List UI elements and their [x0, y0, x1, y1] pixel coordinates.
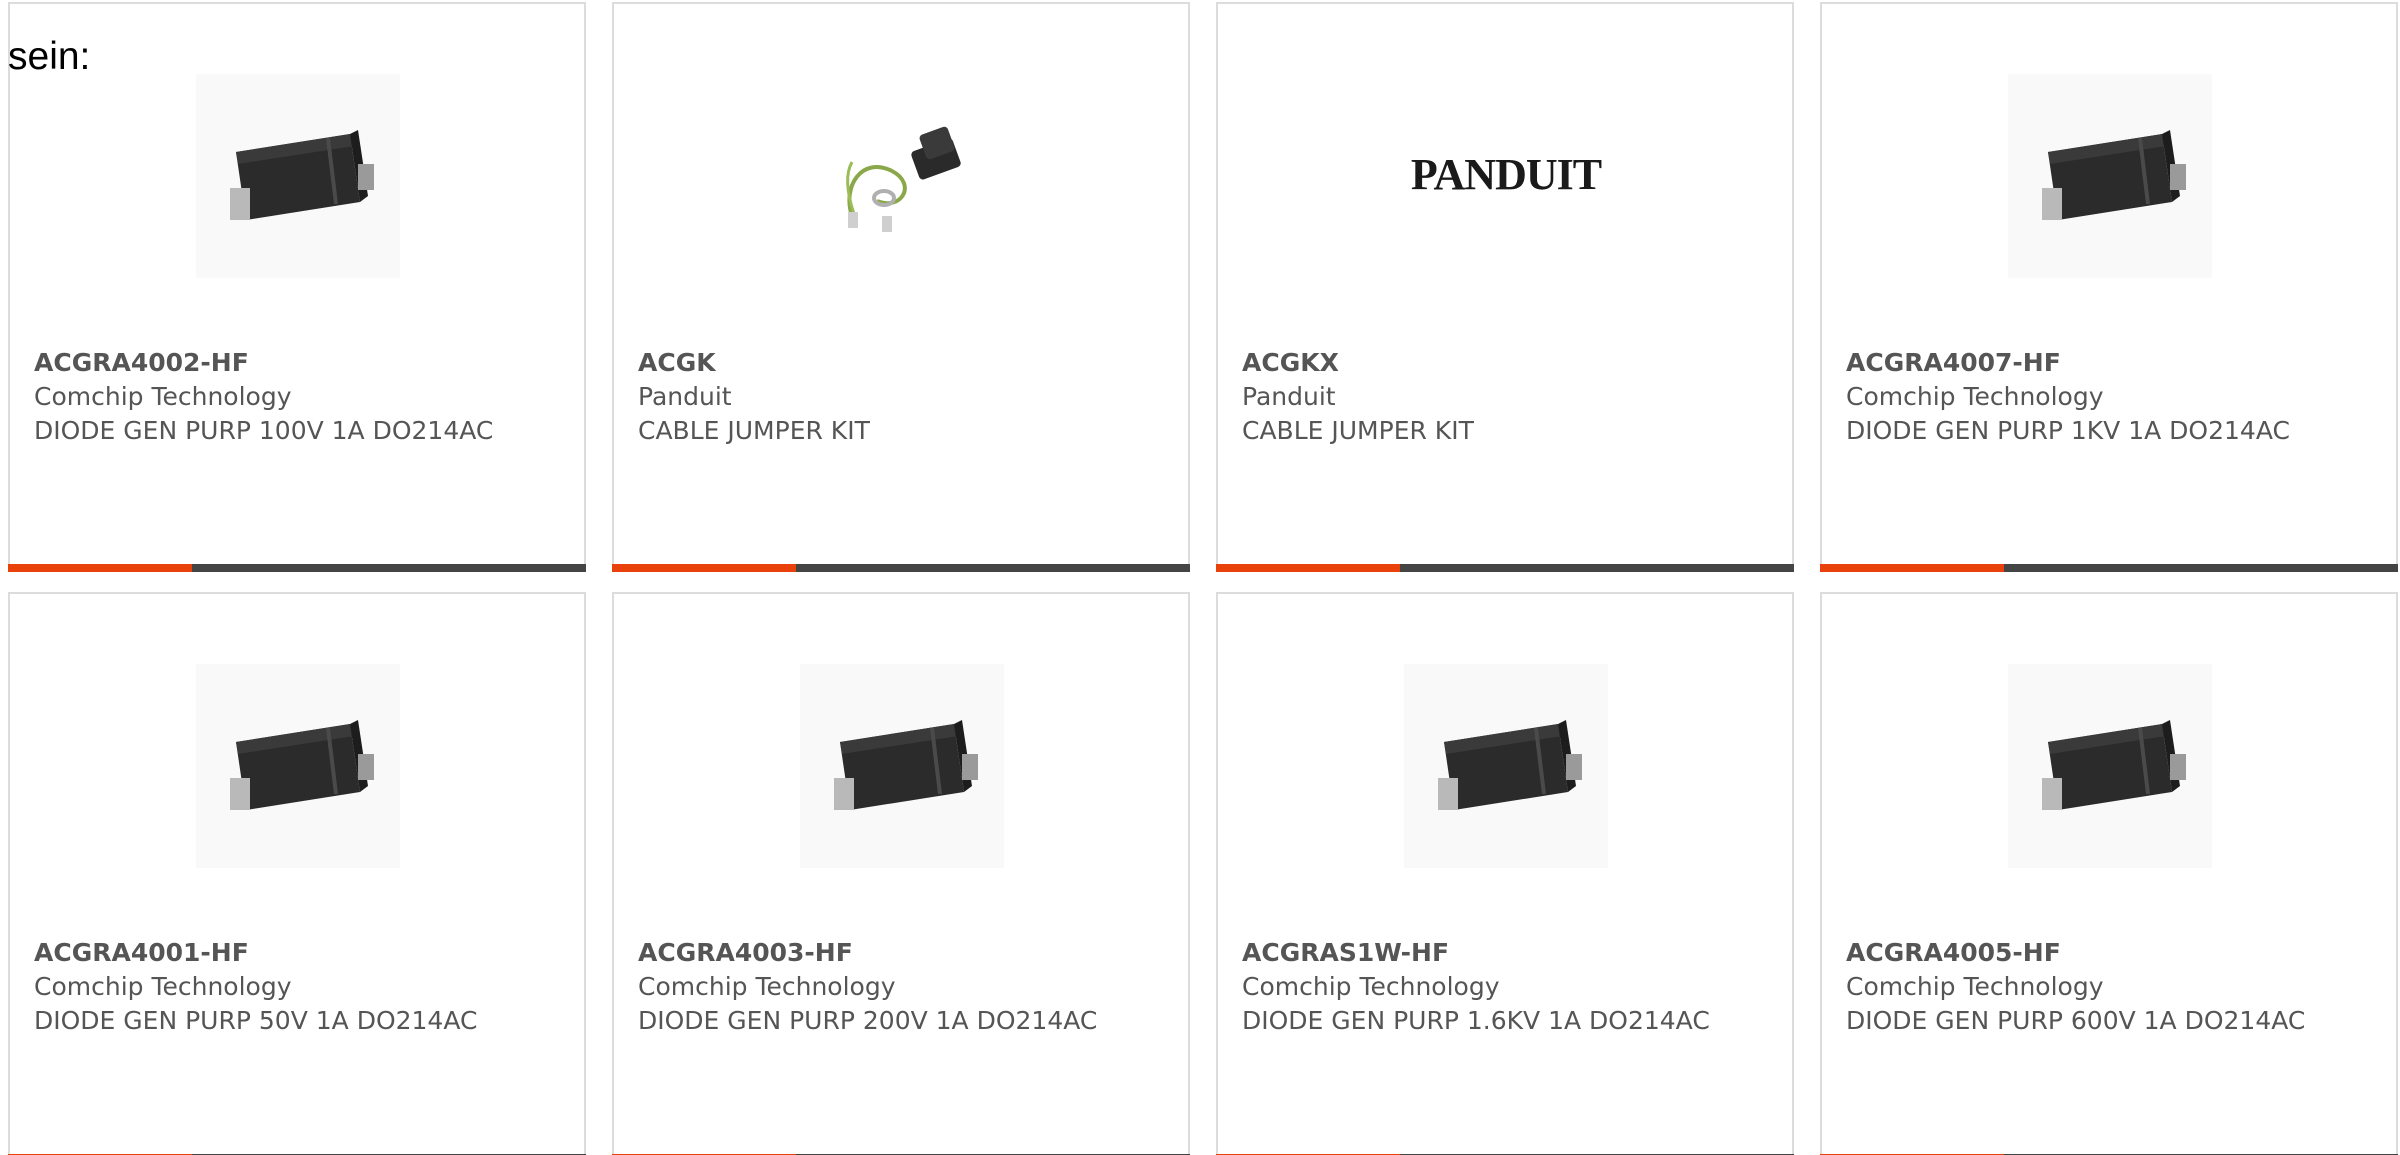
part-number[interactable]: ACGK [638, 346, 1168, 380]
product-card[interactable]: PANDUIT ACGKX Panduit CABLE JUMPER KIT [1216, 2, 1794, 572]
panduit-logo: PANDUIT [1411, 150, 1603, 199]
smd-diode-icon [834, 720, 978, 810]
product-card[interactable]: ACGRA4005-HF Comchip Technology DIODE GE… [1820, 592, 2398, 1155]
card-stripe [1216, 564, 1794, 572]
page: sein: ACGRA4002-HF Comchip Technology DI… [0, 0, 2400, 1155]
smd-diode-icon [1438, 720, 1582, 810]
product-card[interactable]: ACGRA4003-HF Comchip Technology DIODE GE… [612, 592, 1190, 1155]
description: DIODE GEN PURP 1KV 1A DO214AC [1846, 416, 2290, 445]
description: DIODE GEN PURP 50V 1A DO214AC [34, 1006, 478, 1035]
product-image[interactable] [800, 664, 1004, 868]
description: DIODE GEN PURP 200V 1A DO214AC [638, 1006, 1098, 1035]
description: DIODE GEN PURP 1.6KV 1A DO214AC [1242, 1006, 1710, 1035]
cable-jumper-kit-icon [846, 126, 961, 232]
part-number[interactable]: ACGRA4002-HF [34, 346, 564, 380]
card-stripe-accent [1216, 564, 1400, 572]
smd-diode-icon [2042, 720, 2186, 810]
product-image[interactable] [196, 664, 400, 868]
description: DIODE GEN PURP 100V 1A DO214AC [34, 416, 494, 445]
product-info: ACGRAS1W-HF Comchip Technology DIODE GEN… [1242, 936, 1772, 1038]
product-card[interactable]: ACGRAS1W-HF Comchip Technology DIODE GEN… [1216, 592, 1794, 1155]
card-stripe [8, 564, 586, 572]
product-card[interactable]: ACGRA4007-HF Comchip Technology DIODE GE… [1820, 2, 2398, 572]
card-stripe-accent [8, 564, 192, 572]
card-stripe-accent [612, 564, 796, 572]
product-info: ACGKX Panduit CABLE JUMPER KIT [1242, 346, 1772, 448]
product-image[interactable] [2008, 664, 2212, 868]
product-image[interactable]: PANDUIT [1404, 74, 1608, 278]
product-grid: ACGRA4002-HF Comchip Technology DIODE GE… [8, 2, 2400, 1155]
part-number[interactable]: ACGRA4005-HF [1846, 936, 2376, 970]
smd-diode-icon [230, 720, 374, 810]
card-stripe [612, 564, 1190, 572]
part-number[interactable]: ACGRA4001-HF [34, 936, 564, 970]
product-info: ACGRA4003-HF Comchip Technology DIODE GE… [638, 936, 1168, 1038]
part-number[interactable]: ACGRA4007-HF [1846, 346, 2376, 380]
product-info: ACGRA4007-HF Comchip Technology DIODE GE… [1846, 346, 2376, 448]
product-image[interactable] [1404, 664, 1608, 868]
description: CABLE JUMPER KIT [638, 416, 870, 445]
description: CABLE JUMPER KIT [1242, 416, 1474, 445]
manufacturer: Panduit [1242, 382, 1336, 411]
manufacturer: Comchip Technology [1846, 382, 2104, 411]
product-card[interactable]: ACGK Panduit CABLE JUMPER KIT [612, 2, 1190, 572]
manufacturer: Panduit [638, 382, 732, 411]
product-info: ACGRA4001-HF Comchip Technology DIODE GE… [34, 936, 564, 1038]
manufacturer: Comchip Technology [34, 972, 292, 1001]
card-stripe [1820, 564, 2398, 572]
product-image[interactable] [800, 74, 1004, 278]
manufacturer: Comchip Technology [638, 972, 896, 1001]
product-info: ACGRA4005-HF Comchip Technology DIODE GE… [1846, 936, 2376, 1038]
product-info: ACGK Panduit CABLE JUMPER KIT [638, 346, 1168, 448]
manufacturer: Comchip Technology [34, 382, 292, 411]
part-number[interactable]: ACGRAS1W-HF [1242, 936, 1772, 970]
product-info: ACGRA4002-HF Comchip Technology DIODE GE… [34, 346, 564, 448]
product-card[interactable]: ACGRA4001-HF Comchip Technology DIODE GE… [8, 592, 586, 1155]
smd-diode-icon [230, 130, 374, 220]
intro-text: sein: [8, 35, 91, 78]
product-image[interactable] [196, 74, 400, 278]
smd-diode-icon [2042, 130, 2186, 220]
manufacturer: Comchip Technology [1242, 972, 1500, 1001]
panduit-logo-text: PANDUIT [1411, 150, 1602, 199]
product-card[interactable]: ACGRA4002-HF Comchip Technology DIODE GE… [8, 2, 586, 572]
part-number[interactable]: ACGRA4003-HF [638, 936, 1168, 970]
product-image[interactable] [2008, 74, 2212, 278]
card-stripe-accent [1820, 564, 2004, 572]
description: DIODE GEN PURP 600V 1A DO214AC [1846, 1006, 2306, 1035]
part-number[interactable]: ACGKX [1242, 346, 1772, 380]
manufacturer: Comchip Technology [1846, 972, 2104, 1001]
